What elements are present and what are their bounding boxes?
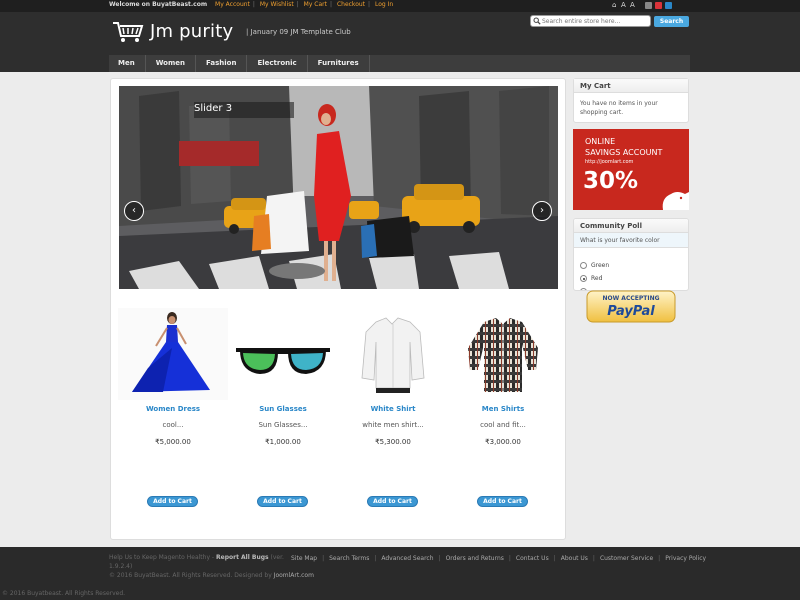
footer-link-contact-us[interactable]: Contact Us <box>516 555 549 562</box>
top-links: Welcome on BuyatBeast.com My Account | My… <box>109 1 394 8</box>
color-red-icon[interactable] <box>655 2 662 9</box>
piggy-bank-icon <box>662 192 689 210</box>
product-description: Sun Glasses... <box>258 421 308 429</box>
nav-item-furnitures[interactable]: Furnitures <box>308 55 370 72</box>
product-price: ₹1,000.00 <box>265 438 301 446</box>
my-cart-box: My Cart You have no items in your shoppi… <box>573 78 689 123</box>
site-tagline: | January 09 JM Template Club <box>246 28 351 36</box>
slide-image <box>119 86 558 289</box>
product-image-sun-glasses[interactable] <box>228 308 338 400</box>
radio-button-selected[interactable] <box>580 275 587 282</box>
cart-logo-icon[interactable] <box>112 20 144 44</box>
home-icon[interactable]: ⌂ <box>612 2 618 9</box>
product-price: ₹5,000.00 <box>155 438 191 446</box>
search-input[interactable] <box>530 15 651 27</box>
product-name[interactable]: Men Shirts <box>448 405 558 413</box>
my-account-link[interactable]: My Account <box>215 1 250 8</box>
nav-item-men[interactable]: Men <box>109 55 146 72</box>
chevron-right-icon: › <box>540 205 544 216</box>
color-grey-icon[interactable] <box>645 2 652 9</box>
my-cart-title: My Cart <box>574 79 688 93</box>
top-icons: ⌂ A A <box>612 2 672 9</box>
nav-item-electronic[interactable]: Electronic <box>247 55 308 72</box>
paypal-badge[interactable]: NOW ACCEPTING PayPal <box>586 290 676 323</box>
ad-line-2: SAVINGS ACCOUNT <box>585 148 663 157</box>
add-to-cart-button[interactable]: Add to Cart <box>257 496 308 507</box>
footer-link-customer-service[interactable]: Customer Service <box>600 555 653 562</box>
footer-link-orders-returns[interactable]: Orders and Returns <box>446 555 504 562</box>
my-cart-link[interactable]: My Cart <box>304 1 327 8</box>
product-image-white-shirt[interactable] <box>338 308 448 400</box>
poll-option-green[interactable]: Green <box>580 262 609 269</box>
product-description: white men shirt... <box>362 421 424 429</box>
poll-option-red[interactable]: Red <box>580 275 602 282</box>
footer-link-about-us[interactable]: About Us <box>561 555 588 562</box>
slider-next-button[interactable]: › <box>532 201 552 221</box>
paypal-line-1: NOW ACCEPTING <box>602 295 659 302</box>
nav-item-fashion[interactable]: Fashion <box>196 55 248 72</box>
add-to-cart-button[interactable]: Add to Cart <box>367 496 418 507</box>
top-bar: Welcome on BuyatBeast.com My Account | My… <box>0 0 800 12</box>
product-name[interactable]: White Shirt <box>338 405 448 413</box>
ad-percent: 30% <box>583 168 639 194</box>
ad-line-1: ONLINE <box>585 137 616 146</box>
main-nav: Men Women Fashion Electronic Furnitures <box>109 55 690 72</box>
product-card: White Shirt white men shirt... ₹5,300.00… <box>338 300 448 520</box>
product-description: cool... <box>162 421 184 429</box>
footer-help: Help Us to Keep Magento Healthy - Report… <box>109 554 284 561</box>
font-size-large-icon[interactable]: A <box>630 2 636 9</box>
report-bugs-link[interactable]: Report All Bugs <box>216 554 269 561</box>
chevron-left-icon: ‹ <box>132 205 136 216</box>
welcome-text: Welcome on BuyatBeast.com <box>109 1 208 8</box>
footer: Help Us to Keep Magento Healthy - Report… <box>0 547 800 600</box>
poll-title: Community Poll <box>574 219 688 233</box>
footer-link-site-map[interactable]: Site Map <box>291 555 317 562</box>
add-to-cart-button[interactable]: Add to Cart <box>477 496 528 507</box>
nav-item-women[interactable]: Women <box>146 55 197 72</box>
log-in-link[interactable]: Log In <box>375 1 393 8</box>
product-name[interactable]: Sun Glasses <box>228 405 338 413</box>
footer-link-search-terms[interactable]: Search Terms <box>329 555 369 562</box>
product-price: ₹5,300.00 <box>375 438 411 446</box>
product-card: Women Dress cool... ₹5,000.00 Add to Car… <box>118 300 228 520</box>
cart-empty-text: You have no items in your shopping cart. <box>580 100 658 116</box>
color-blue-icon[interactable] <box>665 2 672 9</box>
footer-link-advanced-search[interactable]: Advanced Search <box>381 555 433 562</box>
add-to-cart-button[interactable]: Add to Cart <box>147 496 198 507</box>
designer-link[interactable]: JoomlArt.com <box>274 572 314 579</box>
footer-copyright: © 2016 BuyatBeast. All Rights Reserved. … <box>109 572 314 579</box>
image-slider[interactable] <box>119 86 558 289</box>
savings-account-banner[interactable]: ONLINE SAVINGS ACCOUNT http://joomlart.c… <box>573 129 689 210</box>
product-card: Men Shirts cool and fit... ₹3,000.00 Add… <box>448 300 558 520</box>
my-wishlist-link[interactable]: My Wishlist <box>260 1 294 8</box>
product-image-men-shirts[interactable] <box>448 308 558 400</box>
footer-version: 1.9.2.4) <box>109 563 133 570</box>
font-size-icon[interactable]: A <box>621 2 627 9</box>
product-name[interactable]: Women Dress <box>118 405 228 413</box>
poll-question: What is your favorite color <box>574 233 688 248</box>
search-icon <box>533 17 541 25</box>
ad-url: http://joomlart.com <box>585 159 634 165</box>
slide-title: Slider 3 <box>194 102 294 118</box>
checkout-link[interactable]: Checkout <box>337 1 365 8</box>
footer-links: Site Map | Search Terms | Advanced Search |… <box>291 555 707 562</box>
community-poll-box: Community Poll What is your favorite col… <box>573 218 689 291</box>
search-button[interactable]: Search <box>654 16 689 27</box>
footer-link-privacy-policy[interactable]: Privacy Policy <box>665 555 706 562</box>
product-image-women-dress[interactable] <box>118 308 228 400</box>
slider-prev-button[interactable]: ‹ <box>124 201 144 221</box>
footer-bottom-copyright: © 2016 Buyatbeast. All Rights Reserved. <box>2 590 126 597</box>
product-price: ₹3,000.00 <box>485 438 521 446</box>
radio-button[interactable] <box>580 262 587 269</box>
site-name[interactable]: Jm purity <box>150 21 233 42</box>
paypal-logo-text: PayPal <box>607 304 655 319</box>
product-card: Sun Glasses Sun Glasses... ₹1,000.00 Add… <box>228 300 338 520</box>
product-description: cool and fit... <box>480 421 526 429</box>
